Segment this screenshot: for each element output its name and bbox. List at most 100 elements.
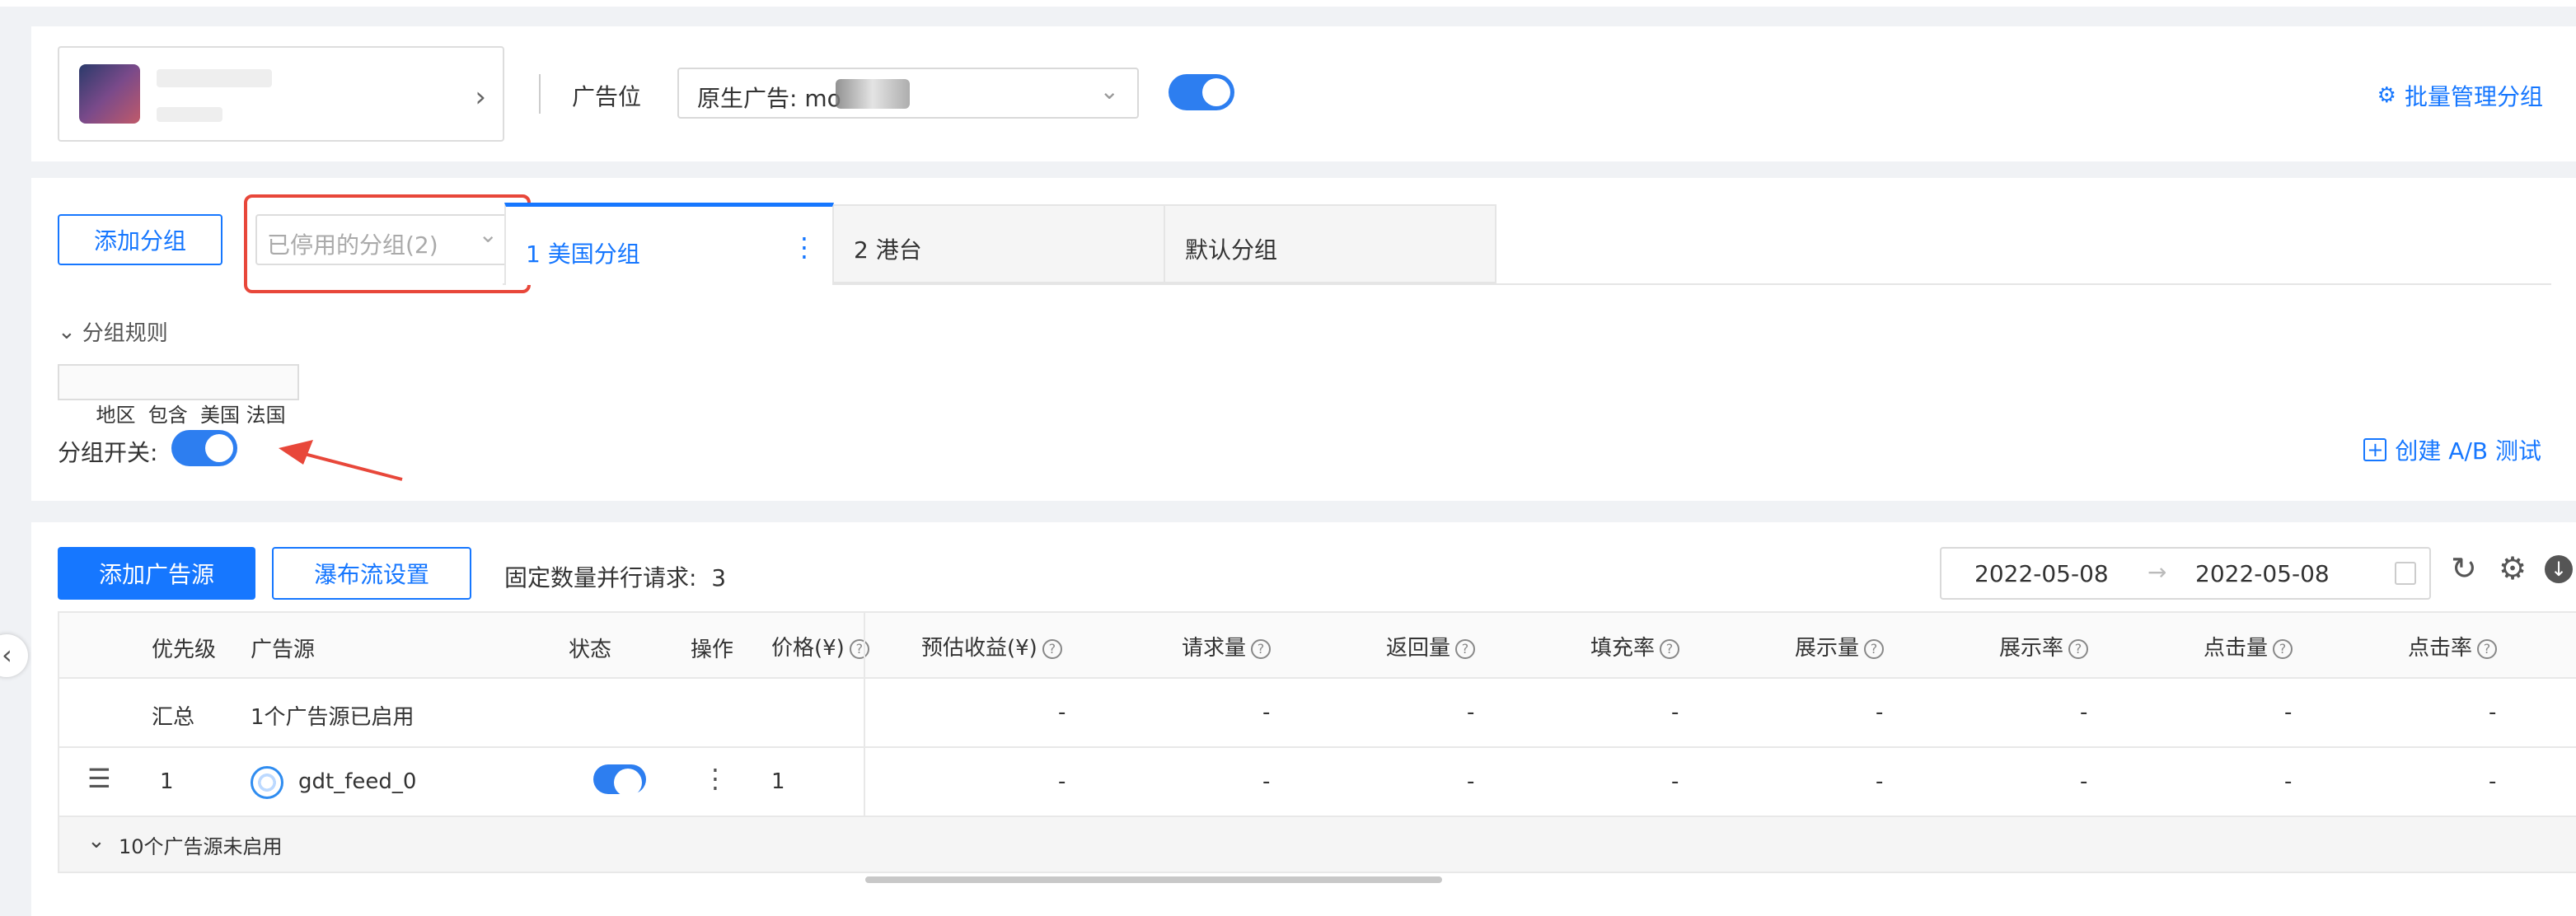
add-source-button[interactable]: 添加广告源: [58, 547, 255, 600]
help-icon[interactable]: ?: [1042, 638, 1062, 659]
summary-impressions: -: [1876, 700, 1884, 725]
row-show-rate: -: [2080, 769, 2088, 794]
col-impressions-label: 展示量: [1795, 636, 1860, 661]
row-returns: -: [1467, 769, 1475, 794]
help-icon[interactable]: ?: [2477, 638, 2498, 659]
col-price: 价格(¥)?: [771, 631, 869, 661]
ad-slot-select[interactable]: 原生广告: mo ⌄: [677, 68, 1139, 119]
col-ctr: 点击率?: [2408, 631, 2498, 661]
row-impressions: -: [1876, 769, 1884, 794]
tab-label: 默认分组: [1185, 236, 1278, 264]
arrow-right-icon: →: [2147, 558, 2167, 586]
row-requests: -: [1262, 769, 1271, 794]
col-returns-label: 返回量: [1386, 636, 1451, 661]
top-strip: [0, 0, 2576, 7]
row-status-toggle[interactable]: [593, 764, 646, 797]
chevron-left-icon: ‹: [2, 639, 12, 671]
row-revenue: -: [1058, 769, 1066, 794]
source-logo-icon: [251, 766, 283, 799]
col-ctr-label: 点击率: [2408, 636, 2473, 661]
create-ab-link[interactable]: + 创建 A/B 测试: [2363, 433, 2541, 466]
col-fill-rate-label: 填充率: [1590, 636, 1656, 661]
batch-manage-link[interactable]: ⚙ 批量管理分组: [2377, 79, 2543, 112]
app-icon: [79, 64, 140, 124]
group-switch-label: 分组开关:: [58, 439, 158, 466]
col-price-label: 价格(¥): [771, 636, 845, 661]
summary-requests: -: [1262, 700, 1271, 725]
help-icon[interactable]: ?: [1660, 638, 1680, 659]
summary-clicks: -: [2284, 700, 2293, 725]
col-returns: 返回量?: [1386, 631, 1476, 661]
ad-slot-label: 广告位: [572, 83, 642, 110]
create-ab-label: 创建 A/B 测试: [2395, 437, 2541, 465]
tab-label: 2 港台: [854, 236, 922, 264]
date-range-picker[interactable]: 2022-05-08 → 2022-05-08: [1940, 547, 2431, 600]
horizontal-scrollbar[interactable]: [865, 876, 1442, 883]
summary-show-rate: -: [2080, 700, 2088, 725]
add-group-button[interactable]: 添加分组: [58, 214, 222, 265]
summary-fill-rate: -: [1671, 700, 1679, 725]
table-header: 优先级 广告源 状态 操作 价格(¥)? 预估收益(¥)? 请求量? 返回量? …: [59, 613, 2576, 679]
drag-handle-icon[interactable]: ☰: [87, 763, 111, 794]
row-more-icon[interactable]: ⋮: [702, 763, 728, 794]
help-icon[interactable]: ?: [1864, 638, 1885, 659]
summary-row: 汇总 1个广告源已启用 - - - - - - - -: [59, 679, 2576, 748]
chevron-down-icon: ⌄: [58, 319, 76, 344]
chevron-down-icon: ⌄: [1099, 77, 1119, 105]
annotation-arrow: [279, 440, 403, 481]
ad-slot-toggle[interactable]: [1169, 74, 1234, 110]
expand-down-icon: ⌄: [87, 829, 105, 853]
parallel-label: 固定数量并行请求: 3: [504, 564, 727, 591]
col-clicks: 点击量?: [2204, 631, 2293, 661]
divider: [539, 74, 541, 114]
disabled-sources-row[interactable]: ⌄ 10个广告源未启用: [59, 817, 2576, 872]
rules-toggle[interactable]: ⌄ 分组规则: [58, 316, 168, 347]
rule-tag-text: 地区 包含 美国 法国: [96, 404, 286, 427]
date-end[interactable]: 2022-05-08: [2195, 560, 2330, 587]
value-blur: [836, 79, 910, 109]
col-show-rate: 展示率?: [1999, 631, 2089, 661]
date-start[interactable]: 2022-05-08: [1974, 560, 2109, 587]
settings-icon[interactable]: ⚙: [2499, 550, 2527, 587]
app-selector[interactable]: ›: [58, 46, 504, 142]
disabled-sources-label: 10个广告源未启用: [119, 835, 283, 858]
row-source-name[interactable]: gdt_feed_0: [298, 769, 416, 794]
table-row: ☰ 1 gdt_feed_0 ⋮ 1 - - - - - - - -: [59, 748, 2576, 817]
summary-label: 汇总: [152, 705, 195, 730]
disabled-groups-select[interactable]: 已停用的分组(2) ⌄: [244, 194, 531, 293]
gear-icon: ⚙: [2377, 83, 2396, 108]
chevron-down-icon: ⌄: [478, 221, 498, 248]
help-icon[interactable]: ?: [1251, 638, 1272, 659]
summary-revenue: -: [1058, 700, 1066, 725]
plus-square-icon: +: [2363, 438, 2387, 461]
app-name-blur: [157, 69, 272, 87]
help-icon[interactable]: ?: [2068, 638, 2089, 659]
refresh-icon[interactable]: ↻: [2451, 550, 2477, 587]
group-switch-toggle[interactable]: [171, 430, 237, 466]
tab-us-group[interactable]: 1 美国分组 ⋮: [504, 203, 834, 285]
tab-default[interactable]: 默认分组: [1165, 204, 1496, 283]
more-vertical-icon[interactable]: ⋮: [791, 231, 817, 263]
tab-hk-tw[interactable]: 2 港台: [834, 204, 1165, 283]
collapse-handle[interactable]: ‹: [0, 634, 28, 677]
col-priority: 优先级: [152, 638, 217, 662]
download-icon[interactable]: ↓: [2545, 555, 2573, 583]
rule-tag: 地区 包含 美国 法国: [58, 364, 299, 427]
col-status: 状态: [569, 638, 612, 662]
col-action: 操作: [691, 638, 734, 662]
col-revenue-label: 预估收益(¥): [921, 636, 1037, 661]
row-fill-rate: -: [1671, 769, 1679, 794]
col-requests-label: 请求量: [1182, 636, 1247, 661]
tab-label: 1 美国分组: [526, 241, 640, 268]
sources-table: 优先级 广告源 状态 操作 价格(¥)? 预估收益(¥)? 请求量? 返回量? …: [58, 611, 2576, 873]
waterfall-button[interactable]: 瀑布流设置: [272, 547, 471, 600]
summary-returns: -: [1467, 700, 1475, 725]
row-price[interactable]: 1: [771, 769, 785, 794]
help-icon[interactable]: ?: [849, 638, 869, 659]
col-impressions: 展示量?: [1795, 631, 1885, 661]
help-icon[interactable]: ?: [2273, 638, 2293, 659]
col-fill-rate: 填充率?: [1590, 631, 1680, 661]
help-icon[interactable]: ?: [1455, 638, 1476, 659]
col-show-rate-label: 展示率: [1999, 636, 2064, 661]
ad-slot-value: 原生广告: mo: [697, 85, 841, 112]
